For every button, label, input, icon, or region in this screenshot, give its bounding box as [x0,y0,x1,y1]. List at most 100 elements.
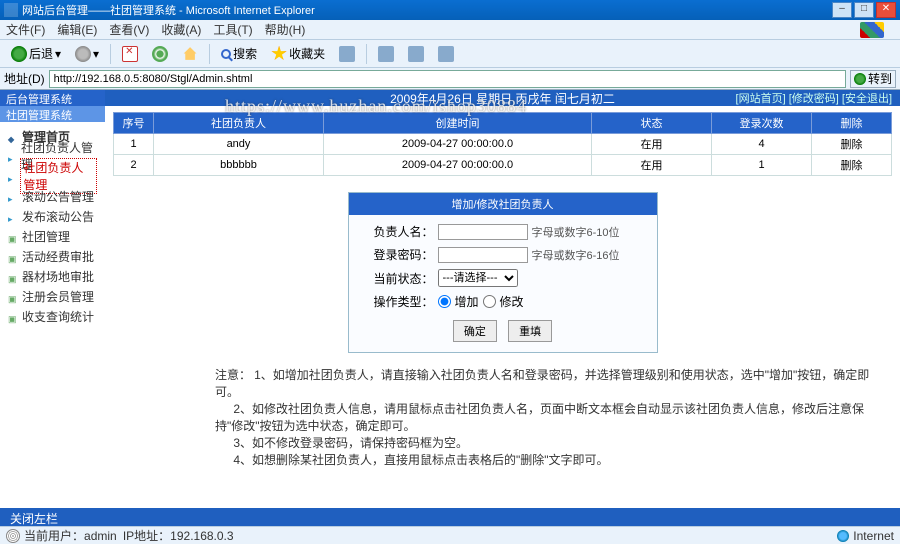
pwd-hint: 字母或数字6-16位 [532,247,620,263]
name-input[interactable] [438,224,528,240]
status-bar: 当前用户： admin IP地址： 192.168.0.3 Internet [0,526,900,544]
th-delete: 删除 [812,113,892,134]
close-left-link[interactable]: 关闭左栏 [10,512,58,526]
doc-icon [8,191,18,201]
address-bar: 地址(D) 转到 [0,68,900,90]
address-label: 地址(D) [4,70,45,87]
home-button[interactable] [177,43,203,65]
edit-button[interactable] [433,43,459,65]
delete-link[interactable]: 删除 [812,155,892,176]
table-row: 2 bbbbbb 2009-04-27 00:00:00.0 在用 1 删除 [114,155,892,176]
box-icon [8,291,18,301]
history-button[interactable] [334,43,360,65]
go-button[interactable]: 转到 [850,70,896,88]
menu-help[interactable]: 帮助(H) [265,21,306,38]
radio-add[interactable] [438,295,451,308]
top-info-bar: 2009年4月26日 星期日 丙戌年 闰七月初二 [网站首页] [修改密码] [… [105,90,900,106]
stop-icon [122,46,138,62]
pwd-input[interactable] [438,247,528,263]
radio-modify[interactable] [483,295,496,308]
user-label: 当前用户： [24,527,84,544]
th-logins: 登录次数 [712,113,812,134]
menu-tools[interactable]: 工具(T) [213,21,252,38]
th-index: 序号 [114,113,154,134]
sidebar-item-member-mgmt[interactable]: 注册会员管理 [0,286,105,306]
optype-label: 操作类型： [359,293,434,310]
box-icon [8,271,18,281]
minimize-button[interactable]: – [832,2,852,18]
delete-link[interactable]: 删除 [812,134,892,155]
th-status: 状态 [592,113,712,134]
sidebar-item-finance-stats[interactable]: 收支查询统计 [0,306,105,326]
app-icon [4,3,18,17]
user-value: admin [84,529,117,543]
leader-name-cell[interactable]: bbbbbb [154,155,324,176]
refresh-button[interactable] [147,43,173,65]
bottom-bar: 关闭左栏 [0,508,900,526]
forward-icon [75,46,91,62]
home-icon [182,46,198,62]
history-icon [339,46,355,62]
zone-text: Internet [853,529,894,543]
print-button[interactable] [403,43,429,65]
status-label: 当前状态： [359,270,434,287]
forward-button[interactable]: ▾ [70,43,104,65]
date-text: 2009年4月26日 星期日 丙戌年 闰七月初二 [390,90,615,107]
back-icon [11,46,27,62]
notes-block: 注意： 1、如增加社团负责人，请直接输入社团负责人名和登录密码，并选择管理级别和… [215,367,876,469]
box-icon [8,251,18,261]
sidebar: 后台管理系统 社团管理系统 管理首页 社团负责人管理 社团负责人管理 滚动公告管… [0,90,105,508]
sidebar-header-1: 后台管理系统 [0,90,105,106]
status-select[interactable]: ---请选择--- [438,269,518,287]
maximize-button[interactable]: □ [854,2,874,18]
sidebar-item-leaders-selected[interactable]: 社团负责人管理 [0,166,105,186]
refresh-icon [152,46,168,62]
leader-name-cell[interactable]: andy [154,134,324,155]
stop-button[interactable] [117,43,143,65]
form-title: 增加/修改社团负责人 [349,193,657,215]
doc-icon [8,151,17,161]
search-button[interactable]: 搜索 [216,42,262,65]
menubar: 文件(F) 编辑(E) 查看(V) 收藏(A) 工具(T) 帮助(H) [0,20,900,40]
sidebar-item-notice-mgmt[interactable]: 滚动公告管理 [0,186,105,206]
sidebar-item-activity-fee[interactable]: 活动经费审批 [0,246,105,266]
mail-icon [378,46,394,62]
sidebar-item-equipment[interactable]: 器材场地审批 [0,266,105,286]
favorites-button[interactable]: 收藏夹 [266,42,330,65]
notes-head: 注意： [215,368,251,382]
close-button[interactable]: ✕ [876,2,896,18]
reset-button[interactable]: 重填 [508,320,552,342]
menu-edit[interactable]: 编辑(E) [57,21,97,38]
mail-button[interactable] [373,43,399,65]
star-icon [271,46,287,62]
main-panel: 2009年4月26日 星期日 丙戌年 闰七月初二 [网站首页] [修改密码] [… [105,90,900,508]
edit-icon [438,46,454,62]
sidebar-item-club-mgmt[interactable]: 社团管理 [0,226,105,246]
box-icon [8,231,18,241]
leaders-table: 序号 社团负责人 创建时间 状态 登录次数 删除 1 andy 2009-04-… [113,112,892,176]
th-created: 创建时间 [324,113,592,134]
diamond-icon [8,131,18,141]
sidebar-item-publish-notice[interactable]: 发布滚动公告 [0,206,105,226]
doc-icon [8,211,18,221]
print-icon [408,46,424,62]
pwd-label: 登录密码： [359,246,434,263]
name-label: 负责人名： [359,223,434,240]
window-titlebar: 网站后台管理——社团管理系统 - Microsoft Internet Expl… [0,0,900,20]
doc-icon [8,171,16,181]
toolbar: 后退▾ ▾ 搜索 收藏夹 [0,40,900,68]
menu-favorites[interactable]: 收藏(A) [161,21,201,38]
menu-view[interactable]: 查看(V) [109,21,149,38]
top-links[interactable]: [网站首页] [修改密码] [安全退出] [736,90,892,106]
menu-file[interactable]: 文件(F) [6,21,45,38]
name-hint: 字母或数字6-10位 [532,224,620,240]
th-leader: 社团负责人 [154,113,324,134]
table-row: 1 andy 2009-04-27 00:00:00.0 在用 4 删除 [114,134,892,155]
back-button[interactable]: 后退▾ [6,42,66,65]
globe-icon [837,530,849,542]
windows-flag-icon [860,22,884,38]
address-input[interactable] [49,70,846,88]
search-icon [221,49,231,59]
ok-button[interactable]: 确定 [453,320,497,342]
go-arrow-icon [854,73,866,85]
